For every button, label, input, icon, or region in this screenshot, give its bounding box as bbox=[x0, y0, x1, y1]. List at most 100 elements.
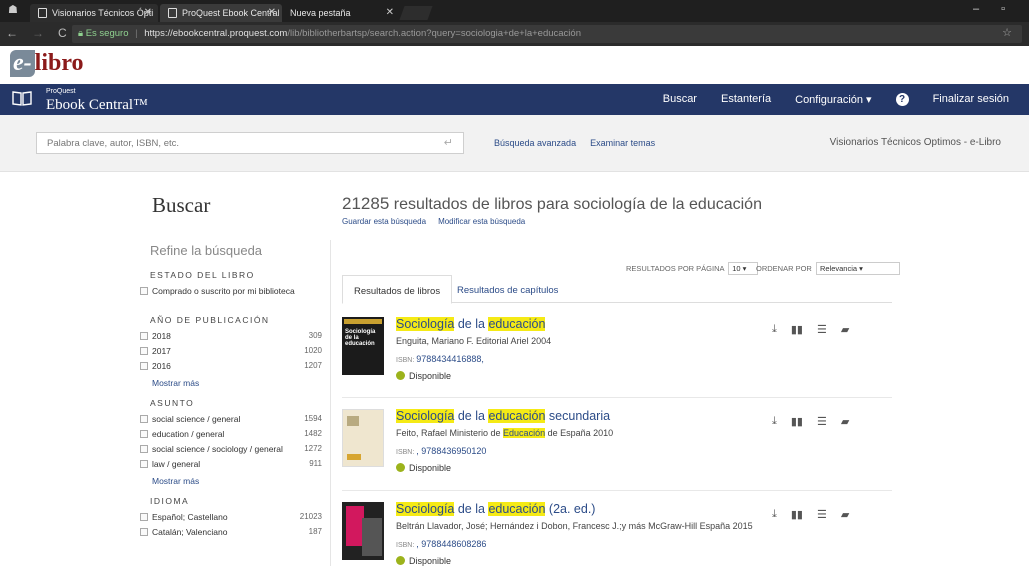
checkbox[interactable] bbox=[140, 513, 148, 521]
browser-tab[interactable]: Visionarios Técnicos Ópti ✕ bbox=[30, 4, 158, 22]
book-actions: ⤓ ▮▮ ☰ ▰ bbox=[772, 323, 849, 336]
download-icon[interactable]: ⤓ bbox=[772, 323, 777, 336]
filter-section-title: IDIOMA bbox=[150, 496, 190, 506]
forward-arrow-icon[interactable]: → bbox=[32, 26, 44, 40]
book-author[interactable]: Beltrán Llavador, José; Hernández i Dobo… bbox=[396, 521, 753, 531]
search-input[interactable]: Palabra clave, autor, ISBN, etc. ↵ bbox=[36, 132, 464, 154]
institution-name: Visionarios Técnicos Optimos - e-Libro bbox=[829, 137, 1001, 148]
secure-label: Es seguro bbox=[85, 28, 129, 39]
filter-item[interactable]: law / general 911 bbox=[138, 459, 322, 472]
checkbox[interactable] bbox=[140, 415, 148, 423]
read-book-icon[interactable]: ▮▮ bbox=[791, 323, 803, 336]
book-title[interactable]: Sociología de la educación (2a. ed.) bbox=[396, 502, 595, 516]
filter-item[interactable]: social science / general 1594 bbox=[138, 414, 322, 427]
book-isbn: ISBN:, 9788436950120 bbox=[396, 446, 487, 456]
tab-chapter-results[interactable]: Resultados de capítulos bbox=[446, 275, 569, 304]
result-divider bbox=[342, 490, 892, 491]
filter-section-title: ASUNTO bbox=[150, 398, 195, 408]
book-cover[interactable] bbox=[342, 409, 384, 467]
add-bookshelf-icon[interactable]: ▰ bbox=[841, 415, 849, 428]
filter-count: 1272 bbox=[304, 444, 322, 453]
checkbox[interactable] bbox=[140, 445, 148, 453]
add-bookshelf-icon[interactable]: ▰ bbox=[841, 323, 849, 336]
brand-big: Ebook Central™ bbox=[46, 97, 148, 113]
book-cover[interactable]: Sociología de la educación bbox=[342, 317, 384, 375]
save-search-link[interactable]: Guardar esta búsqueda bbox=[342, 217, 426, 226]
book-cover[interactable] bbox=[342, 502, 384, 560]
filter-label: Español; Castellano bbox=[152, 512, 228, 522]
filter-item[interactable]: social science / sociology / general 1272 bbox=[138, 444, 322, 457]
close-tab-icon[interactable]: ✕ bbox=[268, 7, 276, 18]
filter-item[interactable]: education / general 1482 bbox=[138, 429, 322, 442]
url-host: https://ebookcentral.proquest.com bbox=[144, 28, 288, 39]
browser-tab[interactable]: Nueva pestaña ✕ bbox=[282, 4, 400, 22]
checkbox[interactable] bbox=[140, 362, 148, 370]
minimize-icon[interactable]: – bbox=[973, 3, 979, 15]
ebook-central-brand[interactable]: ProQuest Ebook Central™ bbox=[46, 88, 148, 114]
nav-estanteria[interactable]: Estantería bbox=[721, 93, 771, 106]
back-arrow-icon[interactable]: ← bbox=[6, 26, 18, 40]
read-book-icon[interactable]: ▮▮ bbox=[791, 508, 803, 521]
filter-label: 2018 bbox=[152, 331, 171, 341]
filter-label: 2017 bbox=[152, 346, 171, 356]
book-result: Sociología de la educación Sociología de… bbox=[342, 317, 892, 387]
checkbox[interactable] bbox=[140, 332, 148, 340]
incognito-icon: ☗ bbox=[8, 4, 18, 16]
advanced-search-link[interactable]: Búsqueda avanzada bbox=[494, 138, 576, 148]
list-icon[interactable]: ☰ bbox=[817, 323, 827, 336]
book-author[interactable]: Feito, Rafael Ministerio de Educación de… bbox=[396, 428, 613, 438]
download-icon[interactable]: ⤓ bbox=[772, 508, 777, 521]
list-icon[interactable]: ☰ bbox=[817, 508, 827, 521]
enter-icon[interactable]: ↵ bbox=[444, 136, 453, 149]
read-book-icon[interactable]: ▮▮ bbox=[791, 415, 803, 428]
new-tab-button[interactable] bbox=[399, 6, 433, 20]
book-title[interactable]: Sociología de la educación bbox=[396, 317, 546, 331]
book-title[interactable]: Sociología de la educación secundaria bbox=[396, 409, 610, 423]
filter-item[interactable]: 2017 1020 bbox=[138, 346, 322, 359]
page-icon bbox=[38, 8, 47, 18]
filter-item[interactable]: Catalán; Valenciano 187 bbox=[138, 527, 322, 540]
elibro-banner: e-libro bbox=[0, 46, 1029, 84]
filter-item[interactable]: 2016 1207 bbox=[138, 361, 322, 374]
add-bookshelf-icon[interactable]: ▰ bbox=[841, 508, 849, 521]
help-icon[interactable]: ? bbox=[895, 93, 909, 106]
show-more-link[interactable]: Mostrar más bbox=[152, 476, 322, 486]
list-icon[interactable]: ☰ bbox=[817, 415, 827, 428]
per-page-select[interactable]: 10 ▾ bbox=[728, 262, 759, 275]
tab-book-results[interactable]: Resultados de libros bbox=[342, 275, 453, 304]
nav-buscar[interactable]: Buscar bbox=[663, 93, 697, 106]
nav-logout[interactable]: Finalizar sesión bbox=[933, 93, 1009, 106]
browser-tab-bar: ☗ Visionarios Técnicos Ópti ✕ ProQuest E… bbox=[0, 0, 1029, 22]
url-field[interactable]: 🔒︎ Es seguro | https://ebookcentral.proq… bbox=[72, 25, 1022, 43]
checkbox[interactable] bbox=[140, 287, 148, 295]
lock-icon: 🔒︎ bbox=[78, 28, 84, 39]
download-icon[interactable]: ⤓ bbox=[772, 415, 777, 428]
filter-item[interactable]: Comprado o suscrito por mi biblioteca bbox=[138, 286, 322, 299]
filter-item[interactable]: 2018 309 bbox=[138, 331, 322, 344]
bookmark-star-icon[interactable]: ☆ bbox=[1002, 26, 1012, 39]
close-tab-icon[interactable]: ✕ bbox=[386, 7, 394, 18]
result-tabs: Resultados de libros Resultados de capít… bbox=[342, 275, 892, 304]
filter-label: 2016 bbox=[152, 361, 171, 371]
checkbox[interactable] bbox=[140, 347, 148, 355]
book-author[interactable]: Enguita, Mariano F. Editorial Ariel 2004 bbox=[396, 336, 551, 346]
checkbox[interactable] bbox=[140, 460, 148, 468]
filter-count: 1020 bbox=[304, 346, 322, 355]
checkbox[interactable] bbox=[140, 528, 148, 536]
refine-heading: Refine la búsqueda bbox=[150, 243, 263, 258]
browser-tab-active[interactable]: ProQuest Ebook Central ✕ bbox=[160, 4, 282, 22]
nav-configuracion[interactable]: Configuración ▾ bbox=[795, 93, 871, 106]
sort-select[interactable]: Relevancia ▾ bbox=[815, 262, 900, 275]
page-title: Buscar bbox=[152, 193, 211, 217]
modify-search-link[interactable]: Modificar esta búsqueda bbox=[438, 217, 525, 226]
results-count: 21285 bbox=[342, 194, 390, 213]
checkbox[interactable] bbox=[140, 430, 148, 438]
browse-subjects-link[interactable]: Examinar temas bbox=[590, 138, 655, 148]
reload-icon[interactable]: C bbox=[58, 26, 67, 40]
filter-item[interactable]: Español; Castellano 21023 bbox=[138, 512, 322, 525]
maximize-icon[interactable]: ▫ bbox=[1001, 3, 1005, 15]
elibro-logo[interactable]: e-libro bbox=[10, 50, 84, 77]
show-more-link[interactable]: Mostrar más bbox=[152, 378, 322, 388]
search-actions: Guardar esta búsqueda Modificar esta bús… bbox=[342, 217, 525, 226]
close-tab-icon[interactable]: ✕ bbox=[144, 7, 152, 18]
